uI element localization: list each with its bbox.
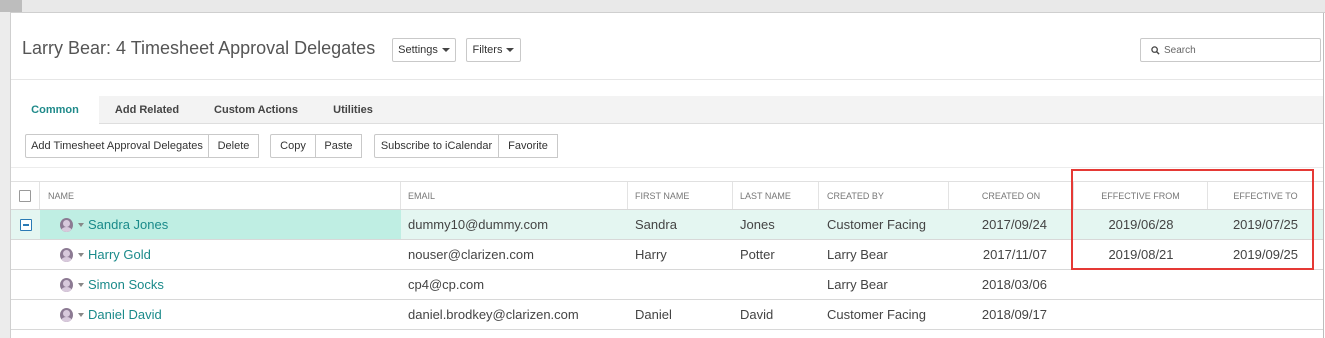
created-by-cell: Larry Bear (827, 277, 888, 292)
column-header-created-on[interactable]: CREATED ON (949, 182, 1074, 209)
left-panel-edge (0, 12, 11, 338)
chevron-down-icon (506, 48, 515, 52)
tab-common[interactable]: Common (11, 96, 99, 124)
row-menu-chevron-icon[interactable] (78, 222, 84, 227)
row-select-cell (11, 300, 40, 329)
effective-dates-highlight-box (1071, 169, 1314, 270)
effective-to-cell (1208, 300, 1323, 329)
search-input[interactable]: Search (1140, 38, 1321, 62)
created-by-cell: Customer Facing (827, 217, 926, 232)
add-timesheet-approval-delegates-button[interactable]: Add Timesheet Approval Delegates (25, 134, 209, 158)
delegate-name-link[interactable]: Sandra Jones (88, 217, 168, 232)
delegate-name-link[interactable]: Simon Socks (88, 277, 164, 292)
name-cell: Simon Socks (40, 270, 401, 299)
last-name-cell: Jones (740, 217, 775, 232)
favorite-button[interactable]: Favorite (499, 134, 558, 158)
row-menu-chevron-icon[interactable] (78, 312, 84, 317)
column-header-first-name[interactable]: FIRST NAME (628, 182, 733, 209)
paste-button[interactable]: Paste (316, 134, 362, 158)
name-cell: Daniel David (40, 300, 401, 329)
column-header-name[interactable]: NAME (40, 182, 401, 209)
first-name-cell: Harry (635, 247, 667, 262)
filters-dropdown[interactable]: Filters (466, 38, 521, 62)
chevron-down-icon (441, 48, 450, 52)
header-divider (11, 79, 1323, 80)
select-all-cell (11, 182, 40, 209)
column-header-last-name[interactable]: LAST NAME (733, 182, 819, 209)
toolbar-divider (11, 167, 1323, 168)
last-name-cell: David (740, 307, 774, 322)
first-name-cell: Sandra (635, 217, 677, 232)
filters-label: Filters (472, 44, 503, 56)
created-on-cell: 2017/11/07 (982, 247, 1047, 262)
search-icon (1151, 45, 1160, 55)
tab-utilities[interactable]: Utilities (317, 96, 389, 124)
email-cell: nouser@clarizen.com (408, 247, 534, 262)
last-name-cell (733, 270, 819, 299)
column-header-created-by[interactable]: CREATED BY (819, 182, 949, 209)
row-select-cell (11, 240, 40, 269)
search-placeholder: Search (1164, 44, 1196, 56)
created-on-cell: 2018/03/06 (981, 277, 1047, 292)
created-on-cell: 2017/09/24 (981, 217, 1047, 232)
created-by-cell: Larry Bear (827, 247, 888, 262)
row-menu-chevron-icon[interactable] (78, 252, 84, 257)
table-row[interactable]: Simon Socks cp4@cp.com Larry Bear 2018/0… (11, 270, 1323, 300)
row-select-cell (11, 270, 40, 299)
settings-label: Settings (398, 44, 438, 56)
first-name-cell (628, 270, 733, 299)
email-cell: daniel.brodkey@clarizen.com (408, 307, 579, 322)
tab-add-related[interactable]: Add Related (99, 96, 195, 124)
name-cell: Sandra Jones (40, 210, 401, 239)
delegate-name-link[interactable]: Harry Gold (88, 247, 151, 262)
select-all-checkbox[interactable] (19, 189, 31, 202)
table-row[interactable]: Daniel David daniel.brodkey@clarizen.com… (11, 300, 1323, 330)
row-select-cell (11, 210, 40, 239)
user-avatar-icon (60, 247, 73, 262)
subscribe-icalendar-button[interactable]: Subscribe to iCalendar (374, 134, 499, 158)
tab-custom-actions[interactable]: Custom Actions (195, 96, 317, 124)
name-cell: Harry Gold (40, 240, 401, 269)
window-corner (0, 0, 22, 12)
effective-from-cell (1074, 270, 1208, 299)
delete-button[interactable]: Delete (209, 134, 259, 158)
created-by-cell: Customer Facing (827, 307, 926, 322)
column-header-email[interactable]: EMAIL (401, 182, 628, 209)
user-avatar-icon (60, 277, 73, 292)
created-on-cell: 2018/09/17 (981, 307, 1047, 322)
user-avatar-icon (60, 217, 73, 232)
last-name-cell: Potter (740, 247, 775, 262)
first-name-cell: Daniel (635, 307, 672, 322)
delegate-name-link[interactable]: Daniel David (88, 307, 162, 322)
copy-button[interactable]: Copy (270, 134, 316, 158)
user-avatar-icon (60, 307, 73, 322)
settings-dropdown[interactable]: Settings (392, 38, 456, 62)
email-cell: cp4@cp.com (408, 277, 485, 292)
page-title: Larry Bear: 4 Timesheet Approval Delegat… (22, 38, 376, 58)
row-menu-chevron-icon[interactable] (78, 282, 84, 287)
email-cell: dummy10@dummy.com (408, 217, 549, 232)
effective-to-cell (1208, 270, 1323, 299)
window-top-strip (0, 0, 1325, 13)
row-checkbox[interactable] (19, 218, 32, 231)
effective-from-cell (1074, 300, 1208, 329)
